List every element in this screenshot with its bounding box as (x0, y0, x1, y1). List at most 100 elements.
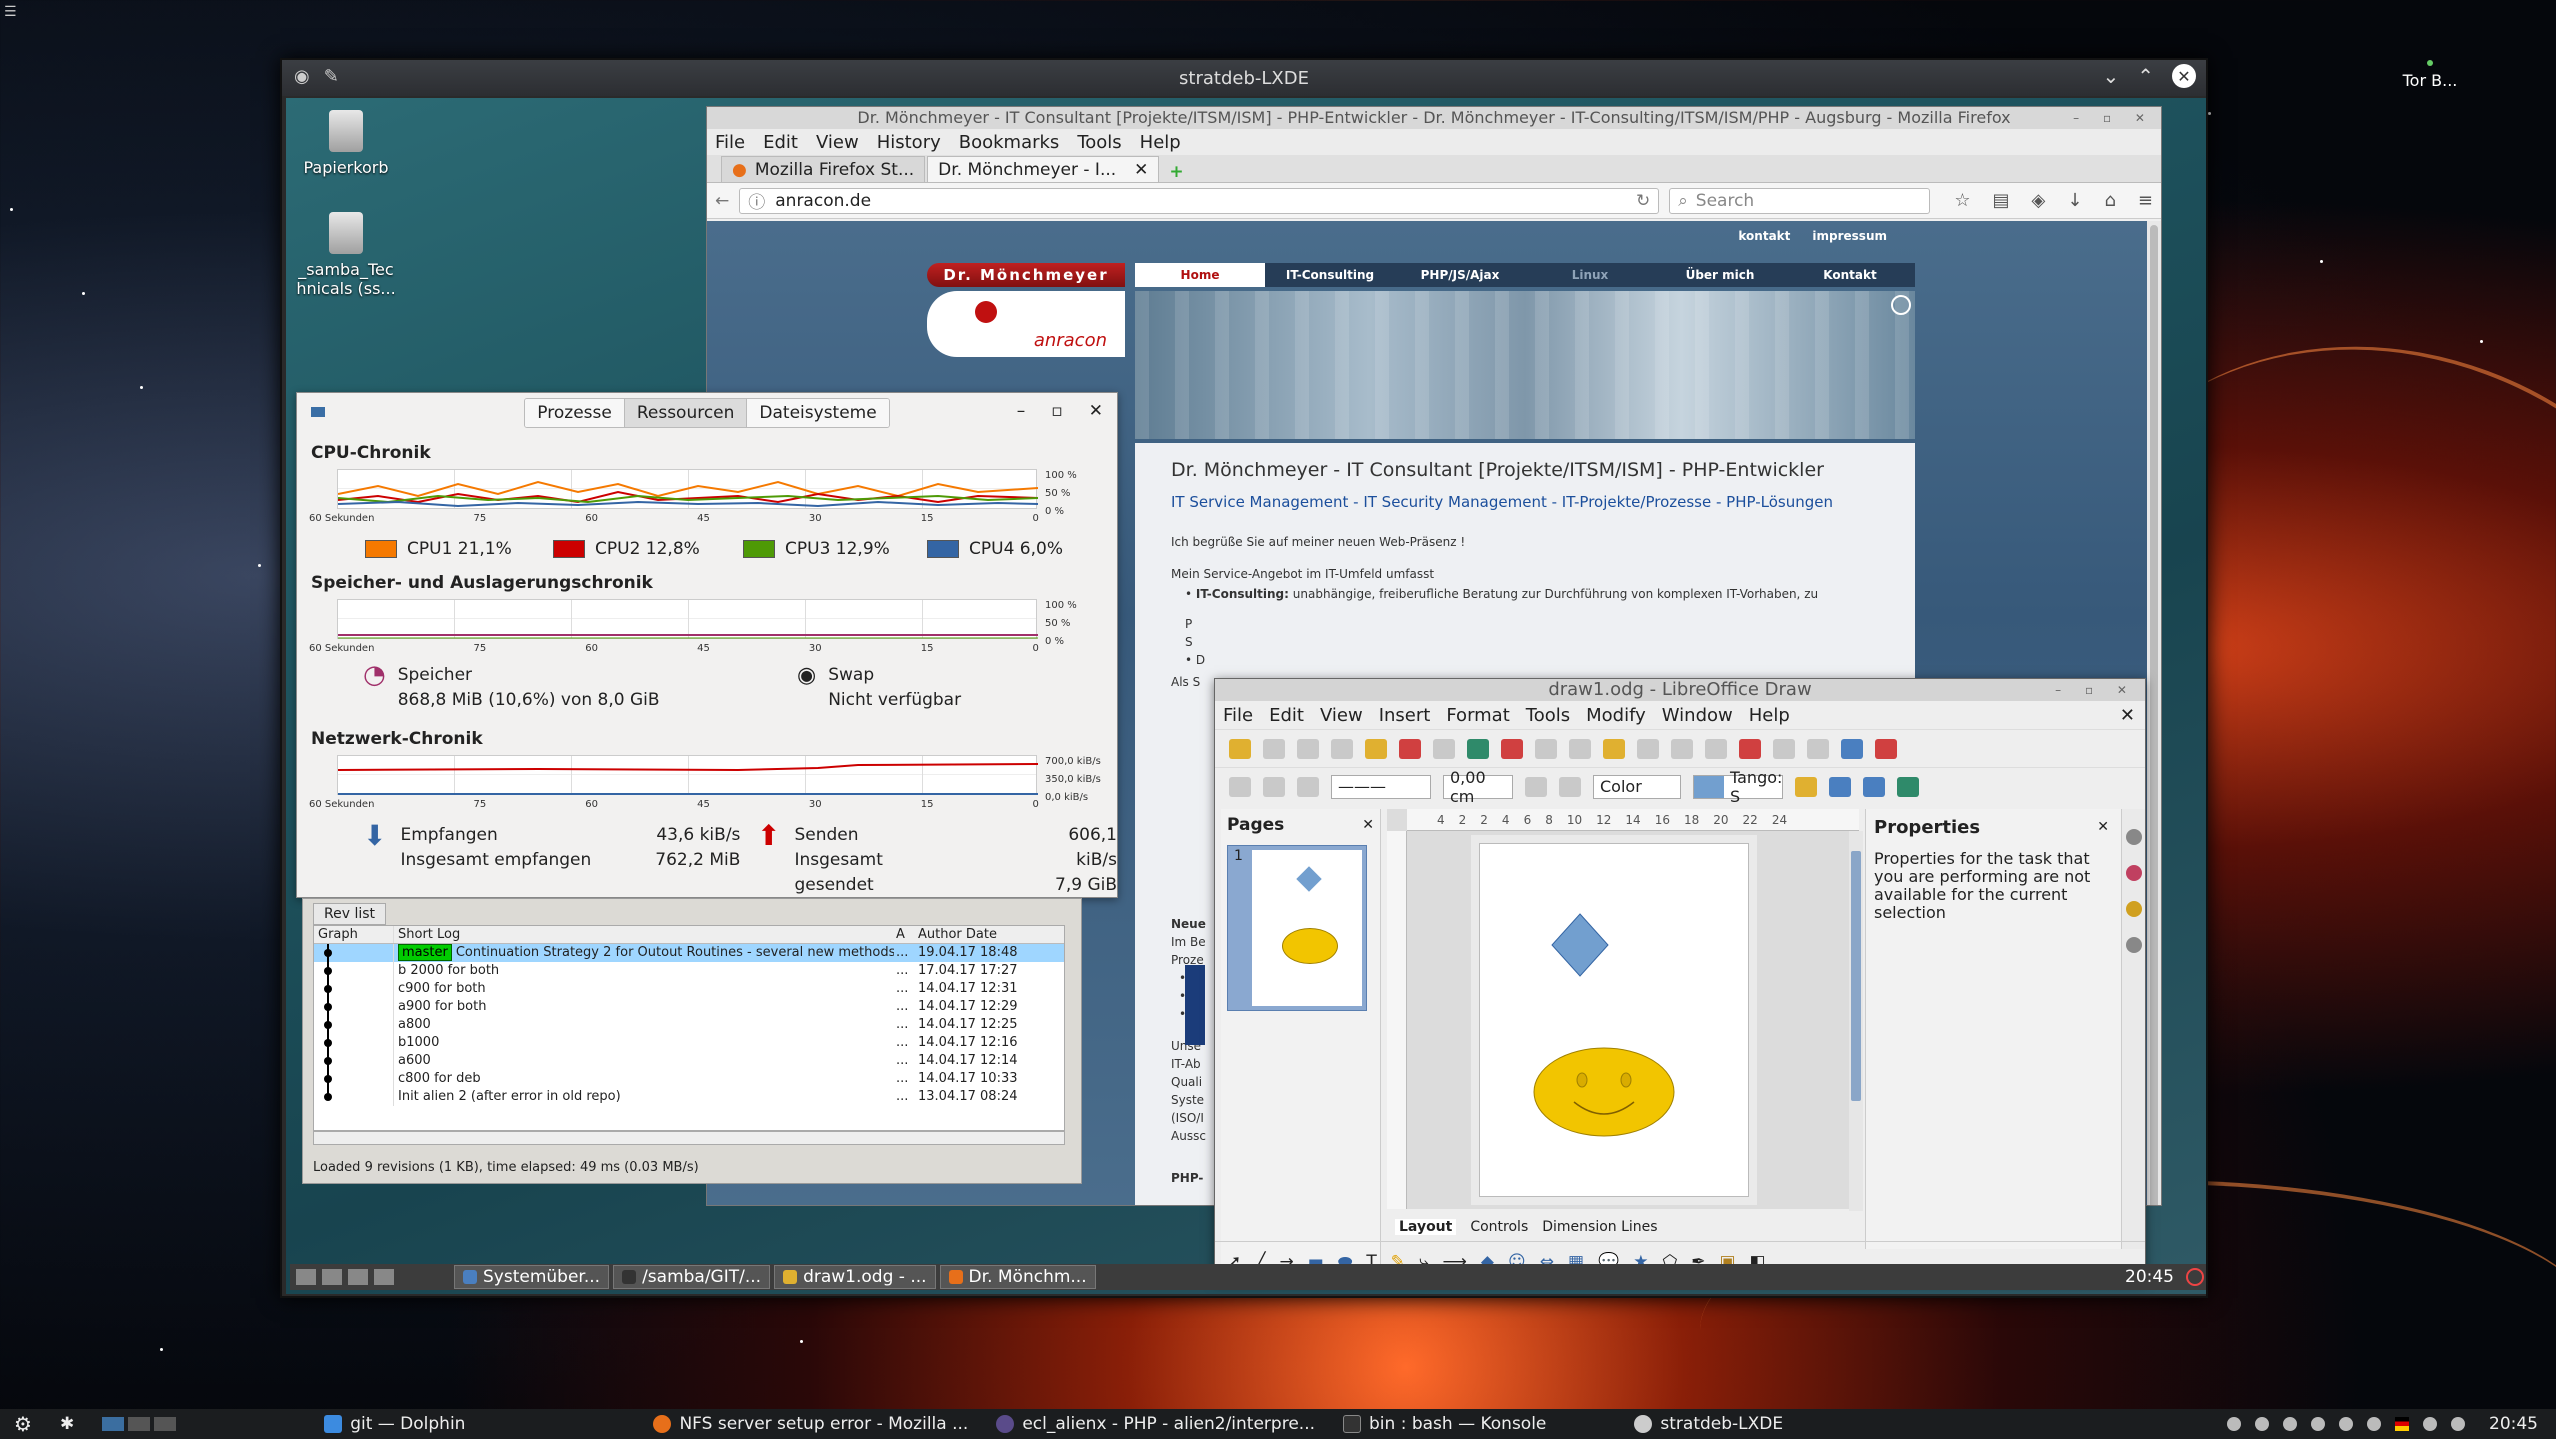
line-style-icon[interactable] (1263, 776, 1285, 797)
menu-format[interactable]: Format (1446, 705, 1509, 726)
tab-prozesse[interactable]: Prozesse (525, 399, 625, 427)
taskbar-firefox[interactable]: Dr. Mönchm... (939, 1265, 1096, 1289)
page-thumbnail[interactable]: 1 (1227, 845, 1367, 1011)
arrow-style-icon[interactable] (1297, 776, 1319, 797)
cpu2-legend[interactable]: CPU2 12,8% (553, 539, 700, 559)
taskbar-clock[interactable]: 20:45 (2489, 1414, 2538, 1434)
cut-icon[interactable] (1535, 738, 1557, 759)
close-document-icon[interactable]: ✕ (2120, 705, 2135, 726)
download-icon[interactable]: ↓ (2067, 190, 2082, 211)
taskbar-clock[interactable]: 20:45 (2125, 1267, 2174, 1287)
cpu2-swatch[interactable] (553, 540, 585, 558)
drawing-canvas[interactable]: 4 2 2 4 6 8 10 12 14 16 18 20 22 24 (1387, 809, 1859, 1209)
col-author-date[interactable]: Author Date (914, 926, 1064, 943)
page-scrollbar[interactable] (2147, 221, 2161, 1205)
reload-icon[interactable]: ↻ (1636, 191, 1650, 211)
sysmon-header[interactable]: Prozesse Ressourcen Dateisysteme – ▫ ✕ (297, 393, 1117, 433)
reading-list-icon[interactable]: ▤ (1993, 190, 2010, 211)
menu-view[interactable]: View (1320, 705, 1363, 726)
tray-icon[interactable] (2311, 1417, 2325, 1431)
home-icon[interactable]: ⌂ (2104, 190, 2115, 211)
line-color-icon[interactable] (1525, 776, 1547, 797)
transform-icon[interactable] (1829, 776, 1851, 797)
site-nav-kontakt[interactable]: Kontakt (1785, 263, 1915, 287)
kickoff-icon[interactable]: ⚙ (0, 1412, 46, 1436)
table-row[interactable]: b 2000 for both... 17.04.17 17:27 (314, 962, 1064, 980)
shadow-icon[interactable] (1795, 776, 1817, 797)
menu-edit[interactable]: Edit (1269, 705, 1304, 726)
info-icon[interactable]: ⓘ (748, 188, 765, 213)
maximize-icon[interactable]: ⌃ (2137, 64, 2154, 88)
cpu3-legend[interactable]: CPU3 12,9% (743, 539, 890, 559)
table-row[interactable]: a600... 14.04.17 12:14 (314, 1052, 1064, 1070)
site-nav-ueber-mich[interactable]: Über mich (1655, 263, 1785, 287)
menu-window[interactable]: Window (1662, 705, 1733, 726)
window-controls[interactable]: – ▫ ✕ (2055, 679, 2137, 701)
site-nav-linux[interactable]: Linux (1525, 263, 1655, 287)
link-kontakt[interactable]: kontakt (1738, 229, 1790, 243)
site-nav-php[interactable]: PHP/JS/Ajax (1395, 263, 1525, 287)
scrollbar-thumb[interactable] (1851, 851, 1861, 1101)
tab-controls[interactable]: Controls (1470, 1219, 1528, 1235)
col-short-log[interactable]: Short Log (394, 926, 894, 943)
gallery-deck-icon[interactable] (2125, 901, 2142, 917)
window-controls[interactable]: – ▫ ✕ (2073, 107, 2155, 129)
tab-rev-list[interactable]: Rev list (313, 903, 387, 925)
record-icon[interactable] (1739, 738, 1761, 759)
horizontal-scrollbar[interactable] (313, 1131, 1065, 1145)
tab-dimension-lines[interactable]: Dimension Lines (1542, 1219, 1657, 1235)
area-style-select[interactable]: Color (1593, 774, 1681, 799)
col-graph[interactable]: Graph (314, 926, 394, 943)
network-icon[interactable] (2367, 1417, 2381, 1431)
menu-help[interactable]: Help (1749, 705, 1790, 726)
table-row[interactable]: b1000... 14.04.17 12:16 (314, 1034, 1064, 1052)
cpu1-legend[interactable]: CPU1 21,1% (365, 539, 512, 559)
diamond-shape[interactable] (1551, 913, 1609, 977)
new-icon[interactable] (1229, 738, 1251, 759)
email-icon[interactable] (1331, 738, 1353, 759)
tab-firefox-start[interactable]: ● Mozilla Firefox St... (721, 156, 926, 182)
tab-layout[interactable]: Layout (1395, 1219, 1457, 1235)
file-manager-icon[interactable] (322, 1269, 342, 1285)
link-impressum[interactable]: impressum (1812, 229, 1887, 243)
table-row[interactable]: a800... 14.04.17 12:25 (314, 1016, 1064, 1034)
task-dolphin[interactable]: git — Dolphin (310, 1414, 479, 1434)
close-tab-icon[interactable]: ✕ (1134, 160, 1148, 180)
menu-file[interactable]: File (715, 132, 745, 153)
cpu3-swatch[interactable] (743, 540, 775, 558)
grid-icon[interactable] (1501, 738, 1523, 759)
close-icon[interactable]: ✕ (1089, 401, 1103, 421)
table-row[interactable]: master Continuation Strategy 2 for Outout… (314, 944, 1064, 962)
site-nav-it-consulting[interactable]: IT-Consulting (1265, 263, 1395, 287)
smiley-shape[interactable] (1533, 1047, 1675, 1137)
line-style-select[interactable]: ——— (1331, 774, 1431, 799)
menu-tools[interactable]: Tools (1526, 705, 1570, 726)
menu-bookmarks[interactable]: Bookmarks (959, 132, 1060, 153)
menu-tools[interactable]: Tools (1077, 132, 1121, 153)
maximize-icon[interactable]: ▫ (1051, 401, 1063, 421)
search-input[interactable]: ⌕ Search (1669, 187, 1931, 214)
taskbar-draw[interactable]: draw1.odg - ... (774, 1265, 936, 1289)
desktop-icon[interactable] (374, 1269, 394, 1285)
styles-deck-icon[interactable] (2125, 865, 2142, 881)
tab-moenchmeyer[interactable]: Dr. Mönchmeyer - I... ✕ (927, 156, 1160, 182)
spellcheck-icon[interactable] (1467, 738, 1489, 759)
tor-browser-icon[interactable]: Tor B... (2400, 60, 2460, 92)
open-icon[interactable] (1263, 738, 1285, 759)
menu-help[interactable]: Help (1140, 132, 1181, 153)
menu-modify[interactable]: Modify (1586, 705, 1646, 726)
lxde-menu-icon[interactable] (296, 1269, 316, 1285)
select-icon[interactable] (1229, 776, 1251, 797)
tray-icon[interactable] (2255, 1417, 2269, 1431)
zoom-icon[interactable] (1841, 738, 1863, 759)
volume-icon[interactable] (2423, 1417, 2437, 1431)
chevron-down-icon[interactable]: ⌄ (2102, 64, 2119, 88)
brand-banner[interactable]: Dr. Mönchmeyer (927, 263, 1125, 287)
hamburger-menu-icon[interactable]: ≡ (2138, 190, 2153, 211)
menu-file[interactable]: File (1223, 705, 1253, 726)
swap-pie-icon[interactable]: ◉ (797, 663, 816, 713)
align-icon[interactable] (1863, 776, 1885, 797)
area-icon[interactable] (1559, 776, 1581, 797)
tab-dateisysteme[interactable]: Dateisysteme (747, 399, 889, 427)
menu-view[interactable]: View (816, 132, 859, 153)
